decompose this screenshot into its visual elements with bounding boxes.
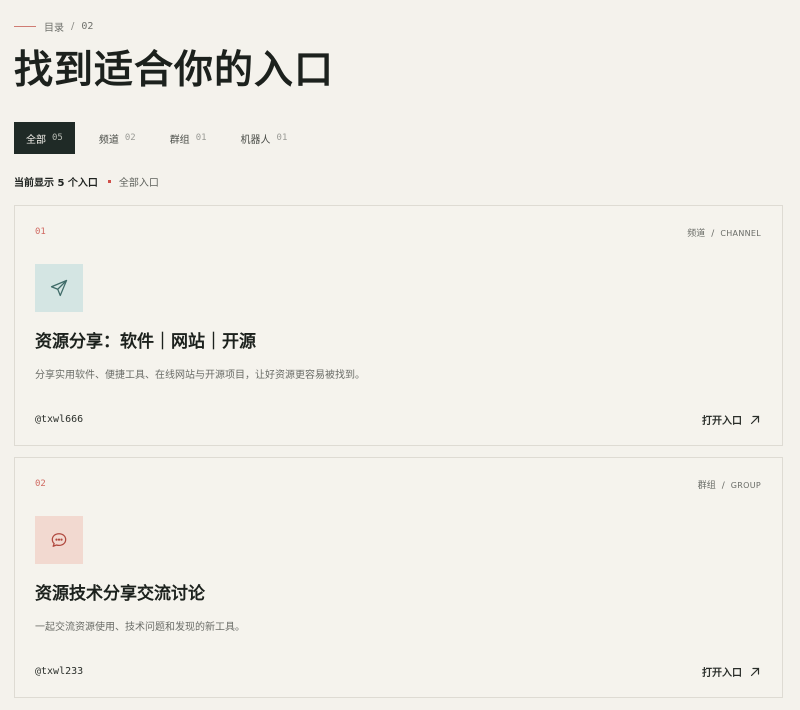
- card-description: 分享实用软件、便捷工具、在线网站与开源项目，让好资源更容易被找到。: [35, 370, 365, 381]
- tab-count: 05: [52, 133, 63, 143]
- current-filter-label: 全部入口: [118, 177, 159, 189]
- tab-count: 01: [276, 133, 288, 143]
- entry-card-group[interactable]: 02 群组 / GROUP 资源技术分享交流讨论 一起交流资源使用、技术问题和发现的…: [14, 457, 783, 698]
- breadcrumb-line: [14, 25, 36, 27]
- open-entry-label: 打开入口: [702, 416, 742, 427]
- card-type-label: 频道: [687, 229, 706, 239]
- card-type-separator: /: [711, 229, 715, 239]
- tab-all[interactable]: 全部 05: [14, 122, 75, 154]
- card-handle: @txwl233: [35, 666, 84, 677]
- open-entry-link[interactable]: 打开入口: [702, 412, 760, 427]
- card-title: 资源分享：软件｜网站｜开源: [35, 332, 256, 352]
- tab-count: 01: [195, 133, 207, 143]
- breadcrumb-number: 02: [81, 20, 94, 32]
- open-entry-label: 打开入口: [702, 668, 742, 679]
- tab-count: 02: [124, 133, 136, 143]
- arrow-up-right-icon: [750, 415, 760, 424]
- breadcrumb-separator: /: [71, 20, 75, 32]
- breadcrumb-label[interactable]: 目录: [44, 19, 64, 34]
- send-icon: [35, 264, 83, 312]
- tab-bot[interactable]: 机器人 01: [231, 122, 298, 154]
- chat-bubble-icon: [35, 516, 83, 564]
- arrow-up-right-icon: [750, 667, 760, 676]
- card-type-separator: /: [721, 481, 725, 491]
- tab-group[interactable]: 群组 01: [160, 122, 217, 154]
- filter-tabs: 全部 05 频道 02 群组 01 机器人 01: [14, 122, 311, 154]
- card-type-label: 群组: [697, 481, 716, 491]
- card-index: 01: [35, 227, 46, 237]
- tab-label: 机器人: [240, 134, 271, 146]
- card-description: 一起交流资源使用、技术问题和发现的新工具。: [35, 622, 245, 633]
- page-title: 找到适合你的入口: [14, 48, 335, 93]
- filter-status: 当前显示 5 个入口 全部入口: [14, 174, 159, 189]
- card-type-english: CHANNEL: [720, 229, 761, 238]
- status-dot: [107, 179, 111, 183]
- open-entry-link[interactable]: 打开入口: [702, 664, 760, 679]
- card-type: 频道 / CHANNEL: [687, 226, 761, 239]
- result-count: 当前显示 5 个入口: [14, 177, 98, 189]
- tab-channel[interactable]: 频道 02: [89, 122, 146, 154]
- card-handle: @txwl666: [35, 414, 84, 425]
- tab-label: 全部: [26, 134, 46, 146]
- tab-label: 频道: [98, 134, 119, 146]
- card-type-english: GROUP: [730, 481, 761, 490]
- card-type: 群组 / GROUP: [698, 478, 761, 491]
- entry-card-channel[interactable]: 01 频道 / CHANNEL 资源分享：软件｜网站｜开源 分享实用软件、便捷工具、…: [14, 205, 783, 446]
- breadcrumb: 目录 / 02: [14, 18, 93, 34]
- card-title: 资源技术分享交流讨论: [35, 584, 205, 604]
- card-index: 02: [35, 479, 46, 489]
- tab-label: 群组: [169, 134, 190, 146]
